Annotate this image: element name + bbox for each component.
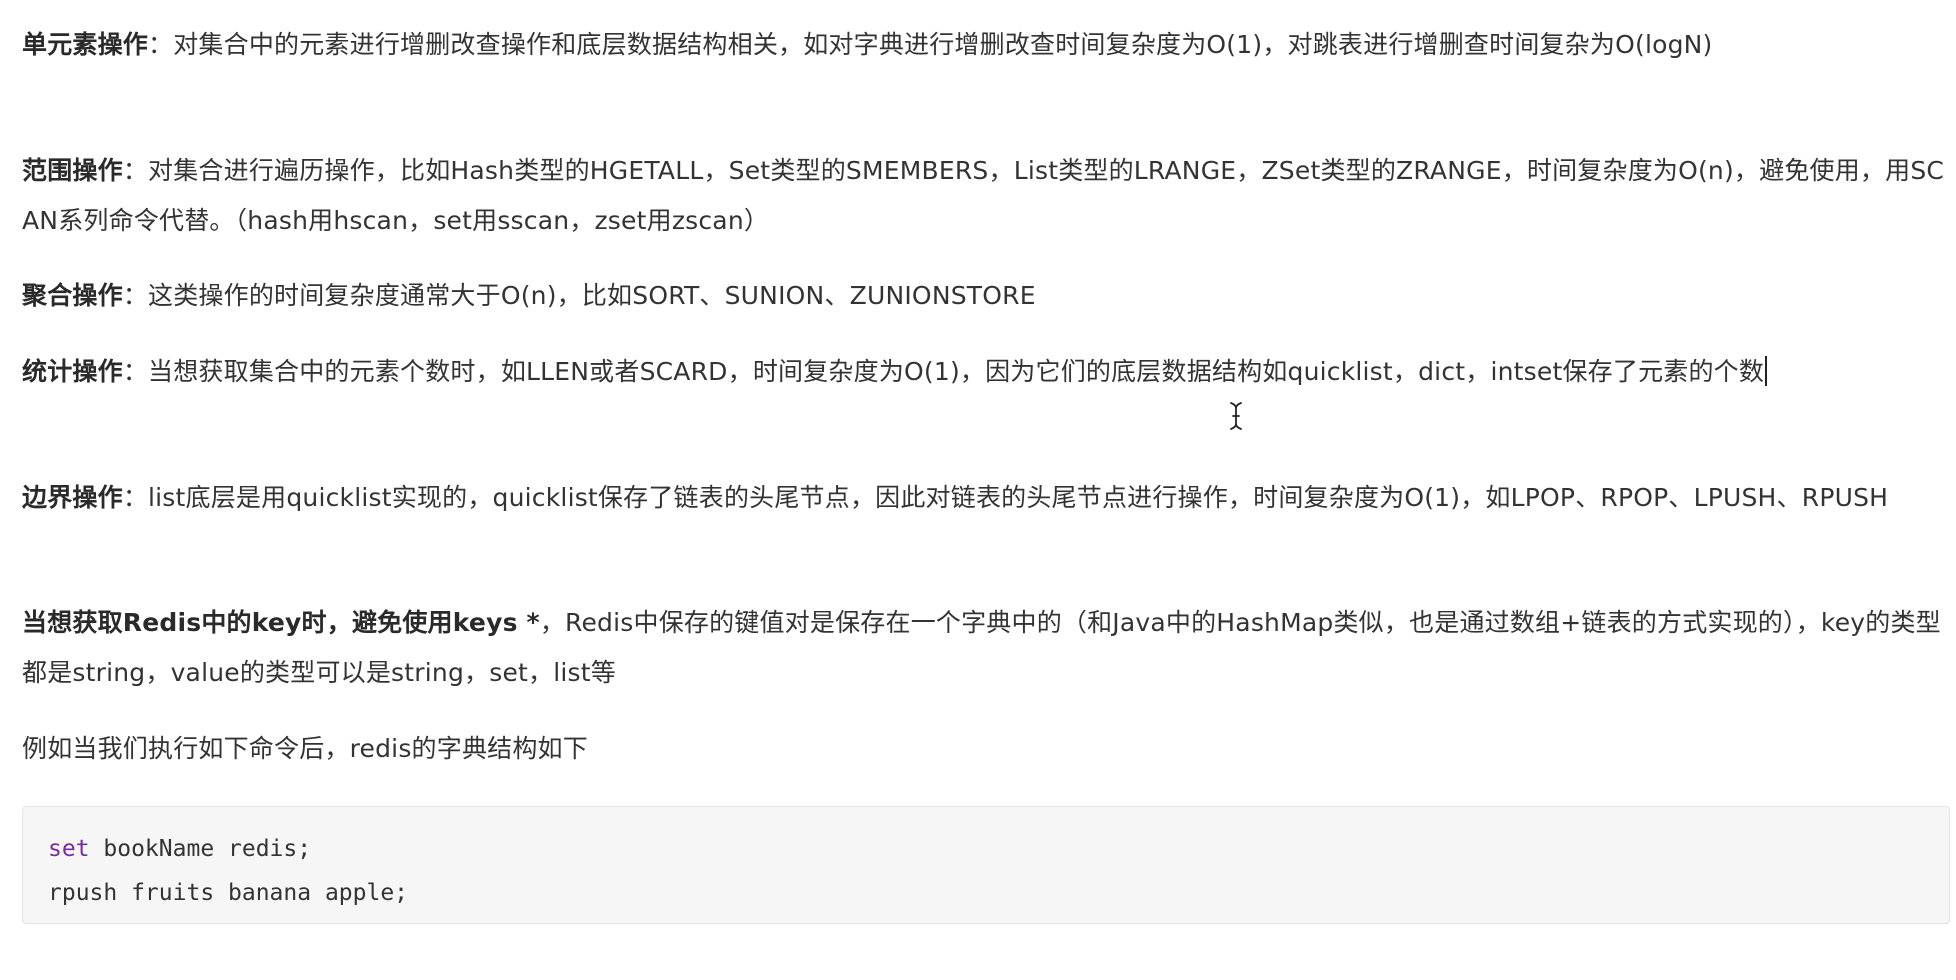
separator: ： bbox=[122, 156, 149, 185]
paragraph-single-element-ops: 单元素操作：对集合中的元素进行增删改查操作和底层数据结构相关，如对字典进行增删改… bbox=[22, 20, 1713, 70]
separator: ： bbox=[122, 483, 149, 512]
code-line-1-rest: bookName redis; bbox=[89, 836, 312, 862]
text-caret bbox=[1765, 356, 1768, 386]
term-redis-keys: 当想获取Redis中的key时，避免使用keys * bbox=[22, 608, 540, 637]
paragraph-text: 例如当我们执行如下命令后，redis的字典结构如下 bbox=[22, 734, 588, 763]
paragraph-range-ops: 范围操作：对集合进行遍历操作，比如Hash类型的HGETALL，Set类型的SM… bbox=[22, 146, 1956, 246]
code-keyword-set: set bbox=[48, 836, 90, 862]
paragraph-aggregate-ops: 聚合操作：这类操作的时间复杂度通常大于O(n)，比如SORT、SUNION、ZU… bbox=[22, 271, 1036, 321]
paragraph-statistics-ops[interactable]: 统计操作：当想获取集合中的元素个数时，如LLEN或者SCARD，时间复杂度为O(… bbox=[22, 347, 1768, 397]
separator: ： bbox=[122, 357, 149, 386]
paragraph-text: 这类操作的时间复杂度通常大于O(n)，比如SORT、SUNION、ZUNIONS… bbox=[148, 281, 1036, 310]
term-single-element-ops: 单元素操作 bbox=[22, 30, 149, 59]
code-line-1: set bookName redis; bbox=[48, 827, 1924, 871]
paragraph-text: list底层是用quicklist实现的，quicklist保存了链表的头尾节点… bbox=[148, 483, 1889, 512]
code-block[interactable]: set bookName redis; rpush fruits banana … bbox=[22, 806, 1950, 924]
paragraph-boundary-ops: 边界操作：list底层是用quicklist实现的，quicklist保存了链表… bbox=[22, 473, 1888, 523]
term-boundary-ops: 边界操作 bbox=[22, 483, 123, 512]
paragraph-text: 当想获取集合中的元素个数时，如LLEN或者SCARD，时间复杂度为O(1)，因为… bbox=[148, 357, 1765, 386]
term-aggregate-ops: 聚合操作 bbox=[22, 281, 123, 310]
paragraph-text: 对集合进行遍历操作，比如Hash类型的HGETALL，Set类型的SMEMBER… bbox=[22, 156, 1945, 235]
separator: ： bbox=[122, 281, 149, 310]
paragraph-redis-keys: 当想获取Redis中的key时，避免使用keys *，Redis中保存的键值对是… bbox=[22, 598, 1956, 698]
text-cursor-ibeam-icon bbox=[1230, 402, 1242, 430]
code-line-2: rpush fruits banana apple; bbox=[48, 880, 409, 906]
paragraph-text: 对集合中的元素进行增删改查操作和底层数据结构相关，如对字典进行增删改查时间复杂度… bbox=[173, 30, 1713, 59]
separator: ， bbox=[539, 608, 566, 637]
paragraph-example-intro: 例如当我们执行如下命令后，redis的字典结构如下 bbox=[22, 724, 588, 774]
term-statistics-ops: 统计操作 bbox=[22, 357, 123, 386]
separator: ： bbox=[148, 30, 174, 59]
term-range-ops: 范围操作 bbox=[22, 156, 123, 185]
